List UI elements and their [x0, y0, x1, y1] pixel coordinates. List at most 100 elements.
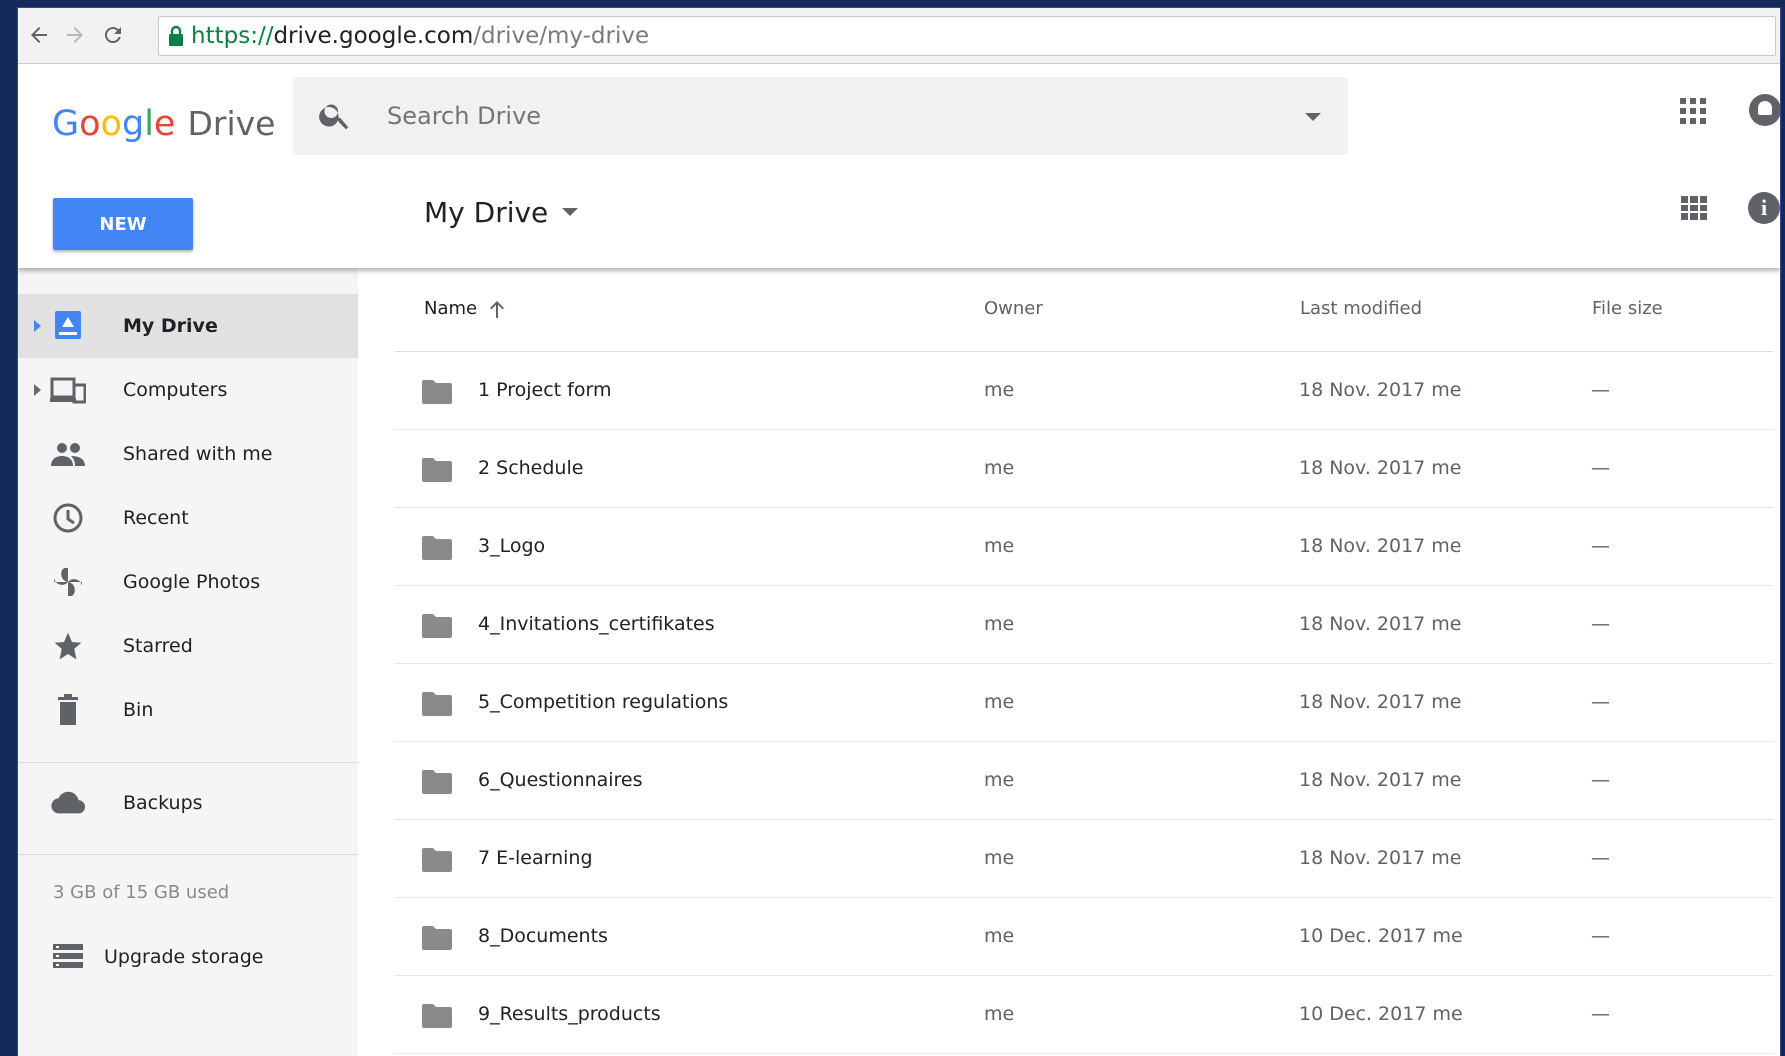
folder-icon — [422, 614, 452, 638]
divider — [18, 762, 358, 763]
column-header-file-size[interactable]: File size — [1592, 298, 1663, 319]
storage-icon — [50, 938, 86, 974]
file-name: 1 Project form — [478, 379, 612, 401]
url-path: /drive/my-drive — [473, 23, 650, 49]
sidebar: My Drive Computers Shared with me Recent — [18, 268, 358, 1056]
shared-people-icon — [50, 436, 86, 472]
browser-window: https://drive.google.com/drive/my-drive … — [18, 8, 1780, 1056]
divider — [18, 854, 358, 855]
file-last-modified: 18 Nov. 2017 me — [1299, 769, 1462, 791]
table-row[interactable]: 1 Project form me 18 Nov. 2017 me — — [394, 352, 1774, 430]
sidebar-item-google-photos[interactable]: Google Photos — [18, 550, 358, 614]
table-row[interactable]: 2 Schedule me 18 Nov. 2017 me — — [394, 430, 1774, 508]
address-bar[interactable]: https://drive.google.com/drive/my-drive — [158, 16, 1776, 56]
my-drive-icon — [50, 308, 86, 344]
file-size: — — [1591, 1003, 1610, 1025]
column-header-name[interactable]: Name — [424, 298, 505, 319]
sidebar-item-my-drive[interactable]: My Drive — [18, 294, 358, 358]
folder-icon — [422, 458, 452, 482]
expand-arrow-icon[interactable] — [34, 320, 41, 332]
search-box[interactable] — [293, 77, 1348, 155]
sidebar-item-label: Starred — [123, 635, 193, 657]
table-row[interactable]: 9_Results_products me 10 Dec. 2017 me — — [394, 976, 1774, 1054]
sidebar-item-label: Shared with me — [123, 443, 273, 465]
reload-button[interactable] — [98, 20, 128, 50]
file-list: Name Owner Last modified File size 1 Pro… — [394, 268, 1774, 1056]
info-icon[interactable]: i — [1748, 192, 1780, 224]
new-button[interactable]: NEW — [53, 198, 193, 250]
sidebar-item-bin[interactable]: Bin — [18, 678, 358, 742]
file-owner: me — [984, 769, 1015, 791]
drive-header: Google Drive NEW My Drive — [18, 64, 1780, 268]
file-owner: me — [984, 847, 1015, 869]
table-row[interactable]: 4_Invitations_certifikates me 18 Nov. 20… — [394, 586, 1774, 664]
column-label: File size — [1592, 298, 1663, 319]
table-row[interactable]: 3_Logo me 18 Nov. 2017 me — — [394, 508, 1774, 586]
forward-button[interactable] — [60, 20, 90, 50]
folder-icon — [422, 770, 452, 794]
sidebar-item-label: Computers — [123, 379, 228, 401]
search-icon[interactable] — [317, 97, 353, 133]
back-arrow-icon — [31, 27, 47, 43]
sidebar-item-recent[interactable]: Recent — [18, 486, 358, 550]
sidebar-item-starred[interactable]: Starred — [18, 614, 358, 678]
file-size: — — [1591, 691, 1610, 713]
google-drive-logo[interactable]: Google Drive — [52, 104, 275, 144]
file-last-modified: 18 Nov. 2017 me — [1299, 535, 1462, 557]
page-title: My Drive — [424, 195, 549, 229]
file-name: 4_Invitations_certifikates — [478, 613, 715, 635]
url-host: drive.google.com — [273, 23, 474, 49]
table-row[interactable]: 6_Questionnaires me 18 Nov. 2017 me — — [394, 742, 1774, 820]
back-button[interactable] — [24, 20, 54, 50]
sidebar-item-label: Google Photos — [123, 571, 261, 593]
table-row[interactable]: 5_Competition regulations me 18 Nov. 201… — [394, 664, 1774, 742]
sidebar-item-shared-with-me[interactable]: Shared with me — [18, 422, 358, 486]
file-last-modified: 10 Dec. 2017 me — [1299, 1003, 1463, 1025]
notifications-bell-icon[interactable] — [1749, 94, 1780, 126]
file-name: 6_Questionnaires — [478, 769, 643, 791]
file-last-modified: 18 Nov. 2017 me — [1299, 613, 1462, 635]
file-owner: me — [984, 925, 1015, 947]
file-name: 2 Schedule — [478, 457, 584, 479]
file-last-modified: 18 Nov. 2017 me — [1299, 847, 1462, 869]
clock-icon — [50, 500, 86, 536]
folder-icon — [422, 692, 452, 716]
trash-icon — [50, 692, 86, 728]
table-row[interactable]: 8_Documents me 10 Dec. 2017 me — — [394, 898, 1774, 976]
search-input[interactable] — [387, 95, 1237, 137]
sort-ascending-icon[interactable] — [489, 299, 505, 319]
grid-view-icon[interactable] — [1681, 196, 1707, 220]
upgrade-storage-label: Upgrade storage — [104, 946, 264, 968]
sidebar-item-computers[interactable]: Computers — [18, 358, 358, 422]
file-last-modified: 18 Nov. 2017 me — [1299, 457, 1462, 479]
folder-icon — [422, 848, 452, 872]
chevron-down-icon — [562, 208, 579, 216]
computers-icon — [50, 372, 86, 408]
file-owner: me — [984, 613, 1015, 635]
sidebar-item-backups[interactable]: Backups — [18, 771, 358, 835]
drive-wordmark: Drive — [187, 104, 276, 143]
sidebar-item-label: Bin — [123, 699, 154, 721]
file-last-modified: 10 Dec. 2017 me — [1299, 925, 1463, 947]
file-name: 3_Logo — [478, 535, 546, 557]
column-header-last-modified[interactable]: Last modified — [1300, 298, 1422, 319]
expand-arrow-icon[interactable] — [34, 384, 41, 396]
file-name: 8_Documents — [478, 925, 608, 947]
file-size: — — [1591, 457, 1610, 479]
search-options-caret-icon[interactable] — [1305, 113, 1321, 121]
column-label: Last modified — [1300, 298, 1423, 319]
file-size: — — [1591, 769, 1610, 791]
pinwheel-icon — [50, 564, 86, 600]
location-dropdown[interactable]: My Drive — [424, 190, 579, 234]
apps-grid-icon[interactable] — [1680, 98, 1706, 124]
file-owner: me — [984, 379, 1015, 401]
column-header-owner[interactable]: Owner — [984, 298, 1043, 319]
file-size: — — [1591, 847, 1610, 869]
table-row[interactable]: 7 E-learning me 18 Nov. 2017 me — — [394, 820, 1774, 898]
file-size: — — [1591, 613, 1610, 635]
upgrade-storage-link[interactable]: Upgrade storage — [18, 928, 358, 984]
folder-icon — [422, 380, 452, 404]
folder-icon — [422, 1004, 452, 1028]
file-owner: me — [984, 1003, 1015, 1025]
list-header: Name Owner Last modified File size — [394, 268, 1774, 352]
